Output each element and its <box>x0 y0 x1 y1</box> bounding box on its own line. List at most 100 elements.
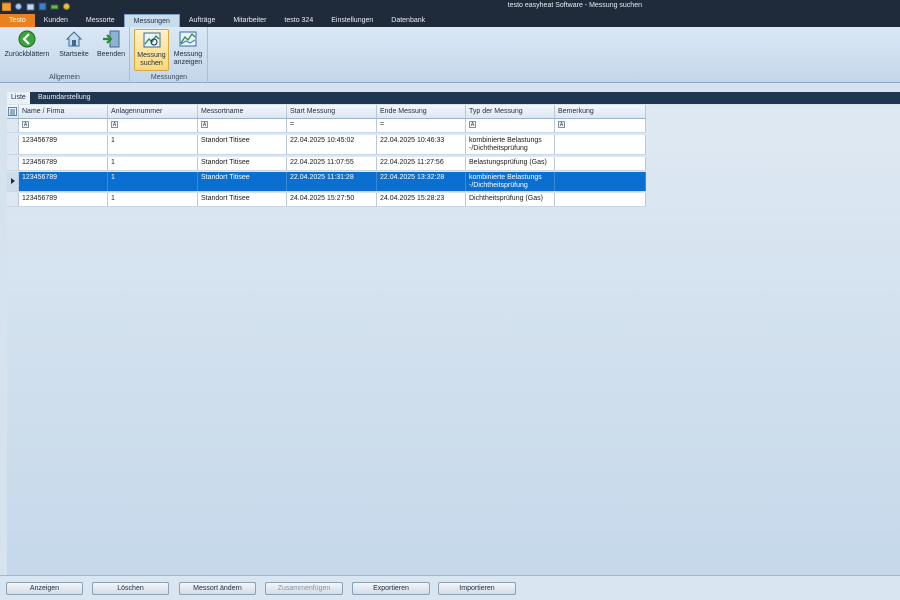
cell-ende: 22.04.2025 10:46:33 <box>377 135 466 154</box>
exit-button[interactable]: Beenden <box>95 29 127 59</box>
cell-typ: Dichtheitsprüfung (Gas) <box>466 193 555 206</box>
action-bar: Anzeigen Löschen Messort ändern Zusammen… <box>0 575 900 600</box>
home-button[interactable]: Startseite <box>57 29 91 59</box>
cell-messortname: Standort Titisee <box>198 172 287 191</box>
view-subtabs: Liste Baumdarstellung <box>7 92 900 104</box>
cell-messortname: Standort Titisee <box>198 193 287 206</box>
cell-typ-line2: -/Dichtheitsprüfung <box>469 145 528 152</box>
cell-name: 123456789 <box>19 157 108 170</box>
search-chart-icon <box>143 32 160 48</box>
column-header-anlagennummer[interactable]: Anlagennummer <box>108 105 198 118</box>
delete-button[interactable]: Löschen <box>92 582 169 595</box>
filter-start[interactable]: = <box>287 119 377 132</box>
ribbon-group-allgemein: Zurückblättern Startseite Beenden Allgem… <box>0 27 130 83</box>
tab-einstellungen[interactable]: Einstellungen <box>322 14 382 27</box>
row-selector[interactable] <box>7 135 19 154</box>
ribbon-group-messungen: Messung suchen Messung anzeigen Messunge… <box>131 27 208 83</box>
row-selector[interactable] <box>7 172 19 191</box>
cell-messortname: Standort Titisee <box>198 157 287 170</box>
tab-testo[interactable]: Testo <box>0 14 35 27</box>
tab-datenbank[interactable]: Datenbank <box>382 14 434 27</box>
exit-button-label: Beenden <box>96 51 126 58</box>
cell-typ-line1: kombinierte Belastungs <box>469 137 542 144</box>
show-measurement-label-2: anzeigen <box>173 59 203 66</box>
filter-equals-icon: = <box>290 121 295 128</box>
cell-start: 24.04.2025 15:27:50 <box>287 193 377 206</box>
column-header-typ[interactable]: Typ der Messung <box>466 105 555 118</box>
table-row[interactable]: 123456789 1 Standort Titisee 22.04.2025 … <box>7 135 646 155</box>
cell-ende: 24.04.2025 15:28:23 <box>377 193 466 206</box>
cell-start: 22.04.2025 10:45:02 <box>287 135 377 154</box>
row-selector[interactable] <box>7 157 19 170</box>
tab-mitarbeiter[interactable]: Mitarbeiter <box>224 14 275 27</box>
table-row-selected[interactable]: 123456789 1 Standort Titisee 22.04.2025 … <box>7 172 646 192</box>
cell-anlagennummer: 1 <box>108 135 198 154</box>
filter-name[interactable]: A <box>19 119 108 132</box>
show-measurement-label-1: Messung <box>173 51 203 58</box>
home-button-label: Startseite <box>59 51 89 58</box>
import-button[interactable]: Importieren <box>438 582 516 595</box>
show-measurement-button[interactable]: Messung anzeigen <box>171 29 205 67</box>
row-selector[interactable] <box>7 193 19 206</box>
change-location-button[interactable]: Messort ändern <box>179 582 256 595</box>
cell-name: 123456789 <box>19 135 108 154</box>
cell-bemerkung <box>555 135 646 154</box>
cell-name: 123456789 <box>19 193 108 206</box>
export-button[interactable]: Exportieren <box>352 582 430 595</box>
cell-bemerkung <box>555 157 646 170</box>
title-bar: testo easyheat Software - Messung suchen <box>0 0 900 14</box>
search-measurement-button[interactable]: Messung suchen <box>134 29 169 71</box>
table-row[interactable]: 123456789 1 Standort Titisee 24.04.2025 … <box>7 193 646 207</box>
column-header-bemerkung[interactable]: Bemerkung <box>555 105 646 118</box>
filter-typ[interactable]: A <box>466 119 555 132</box>
chart-icon <box>179 31 197 47</box>
table-row[interactable]: 123456789 1 Standort Titisee 22.04.2025 … <box>7 157 646 171</box>
cell-typ-line2: -/Dichtheitsprüfung <box>469 182 528 189</box>
column-header-start[interactable]: Start Messung <box>287 105 377 118</box>
column-chooser-icon <box>8 107 17 116</box>
cell-name: 123456789 <box>19 172 108 191</box>
filter-text-icon: A <box>111 121 118 128</box>
tab-auftraege[interactable]: Aufträge <box>180 14 224 27</box>
grid-header: Name / Firma Anlagennummer Messortname S… <box>7 105 646 119</box>
filter-row: A A A = = A A <box>7 119 646 133</box>
cell-typ: Belastungsprüfung (Gas) <box>466 157 555 170</box>
back-arrow-icon <box>18 30 36 48</box>
tab-messungen[interactable]: Messungen <box>123 14 180 27</box>
filter-equals-icon: = <box>380 121 385 128</box>
column-header-ende[interactable]: Ende Messung <box>377 105 466 118</box>
filter-text-icon: A <box>201 121 208 128</box>
filter-anlagennummer[interactable]: A <box>108 119 198 132</box>
tab-kunden[interactable]: Kunden <box>35 14 77 27</box>
cell-bemerkung <box>555 172 646 191</box>
group-label-messungen: Messungen <box>150 74 188 81</box>
filter-row-selector <box>7 119 19 132</box>
cell-bemerkung <box>555 193 646 206</box>
cell-anlagennummer: 1 <box>108 157 198 170</box>
filter-text-icon: A <box>22 121 29 128</box>
tab-messorte[interactable]: Messorte <box>77 14 124 27</box>
column-header-messortname[interactable]: Messortname <box>198 105 287 118</box>
cell-anlagennummer: 1 <box>108 172 198 191</box>
back-button-label: Zurückblättern <box>4 51 50 58</box>
filter-bemerkung[interactable]: A <box>555 119 646 132</box>
cell-typ: kombinierte Belastungs -/Dichtheitsprüfu… <box>466 135 555 154</box>
merge-button[interactable]: Zusammenfügen <box>265 582 343 595</box>
subtab-liste[interactable]: Liste <box>7 92 30 104</box>
column-chooser-button[interactable] <box>7 105 19 118</box>
filter-text-icon: A <box>469 121 476 128</box>
filter-ende[interactable]: = <box>377 119 466 132</box>
back-button[interactable]: Zurückblättern <box>3 29 51 59</box>
cell-ende: 22.04.2025 11:27:56 <box>377 157 466 170</box>
show-button[interactable]: Anzeigen <box>6 582 83 595</box>
column-header-name[interactable]: Name / Firma <box>19 105 108 118</box>
exit-icon <box>103 30 120 48</box>
cell-ende: 22.04.2025 13:32:28 <box>377 172 466 191</box>
filter-messortname[interactable]: A <box>198 119 287 132</box>
tab-testo-324[interactable]: testo 324 <box>275 14 322 27</box>
subtab-baumdarstellung[interactable]: Baumdarstellung <box>34 92 95 104</box>
filter-text-icon: A <box>558 121 565 128</box>
ribbon: Zurückblättern Startseite Beenden Allgem… <box>0 27 900 83</box>
search-measurement-label-2: suchen <box>140 60 163 67</box>
search-measurement-label-1: Messung <box>137 52 166 59</box>
